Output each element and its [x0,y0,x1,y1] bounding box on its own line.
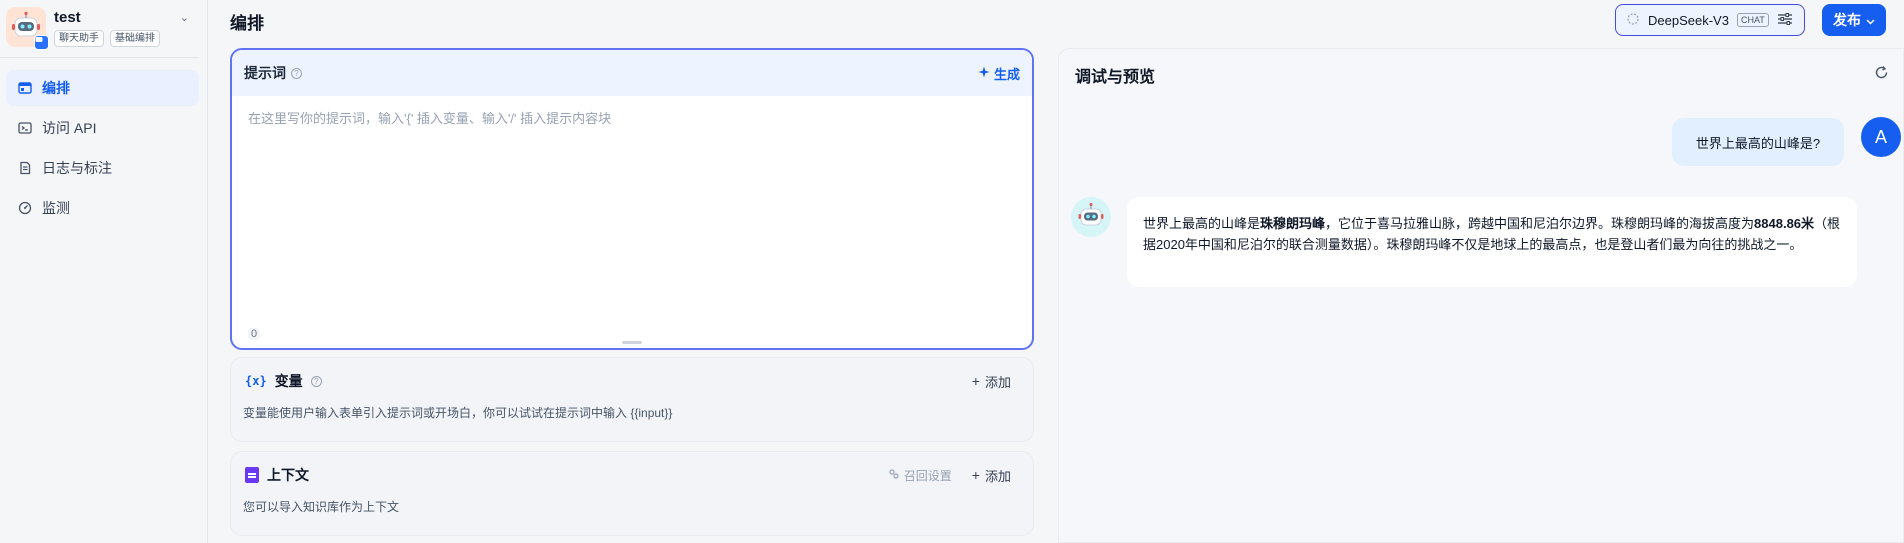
user-avatar: A [1861,117,1901,157]
gauge-icon [18,201,32,215]
variable-icon: {x} [245,374,267,388]
debug-title: 调试与预览 [1075,69,1156,86]
app-name: test [54,8,81,26]
answer-text: 世界上最高的山峰是 [1143,216,1261,231]
app-mode-tag: 基础编排 [110,30,160,47]
sidebar-nav: 编排 访问 API 日志与标注 监测 [0,58,207,226]
generate-label: 生成 [993,66,1020,82]
page-title: 编排 [230,14,264,33]
app-robot-icon [6,7,49,50]
variables-section: {x} 变量 ? + 添加 变量能使用户输入表单引入提示词或开场白，你可以试试在… [230,357,1034,442]
context-description: 您可以导入知识库作为上下文 [243,500,400,514]
context-section: 上下文 召回设置 + 添加 您可以导入知识库作为上下文 [230,451,1034,536]
chevron-down-icon[interactable]: ⌄ [180,11,189,24]
generate-button[interactable]: 生成 [978,64,1020,83]
add-label: 添加 [984,374,1011,390]
prompt-editor[interactable]: 提示词 ? 生成 在这里写你的提示词，输入'{' 插入变量、输入'/' 插入提示… [230,48,1034,350]
variables-description: 变量能使用户输入表单引入提示词或开场白，你可以试试在提示词中输入 {{input… [243,406,673,420]
sidebar-item-label: 编排 [42,80,70,96]
plus-icon: + [971,467,980,483]
document-icon [245,467,259,483]
answer-text: ，它位于喜马拉雅山脉，跨越中国和尼泊尔边界。珠穆朗玛峰的海拔高度为 [1325,216,1755,231]
recall-label: 召回设置 [903,468,952,483]
resize-handle[interactable] [622,341,642,344]
add-label: 添加 [984,468,1011,484]
model-selector-button[interactable]: DeepSeek-V3 CHAT [1615,4,1805,36]
plus-icon: + [971,373,980,389]
sidebar: test ⌄ 聊天助手 基础编排 编排 访问 API 日志与标注 监测 [0,0,208,543]
add-context-button[interactable]: + 添加 [972,466,1011,485]
variables-label: 变量 [274,373,303,389]
sidebar-item-orchestrate[interactable]: 编排 [6,70,199,106]
add-variable-button[interactable]: + 添加 [972,372,1011,391]
app-type-tag: 聊天助手 [54,30,104,47]
model-provider-icon [1626,12,1640,29]
publish-label: 发布 [1833,12,1861,28]
debug-preview-panel: 调试与预览 世界上最高的山峰是? A 世界上最高的山峰是珠穆朗玛峰，它位于喜马拉… [1058,48,1904,543]
settings-icon [888,468,900,483]
sidebar-item-logs[interactable]: 日志与标注 [6,150,199,186]
model-mode-badge: CHAT [1736,13,1769,27]
sparkle-icon [978,66,990,81]
app-header[interactable]: test ⌄ 聊天助手 基础编排 [0,0,199,58]
char-count: 0 [248,328,261,340]
prompt-label: 提示词 [244,65,286,81]
document-list-icon [18,161,32,175]
refresh-icon[interactable] [1874,65,1889,83]
bot-answer: 世界上最高的山峰是珠穆朗玛峰，它位于喜马拉雅山脉，跨越中国和尼泊尔边界。珠穆朗玛… [1127,197,1857,287]
sidebar-item-label: 监测 [42,200,70,216]
prompt-header: 提示词 ? 生成 [232,50,1032,96]
bot-avatar-icon [1071,197,1111,237]
help-icon[interactable]: ? [291,67,302,79]
sidebar-item-monitor[interactable]: 监测 [6,190,199,226]
model-name: DeepSeek-V3 [1648,12,1729,28]
layout-icon [18,81,32,95]
sidebar-item-api[interactable]: 访问 API [6,110,199,146]
publish-button[interactable]: 发布 [1822,4,1886,36]
recall-settings-button[interactable]: 召回设置 [888,467,952,484]
terminal-icon [18,121,32,135]
sidebar-item-label: 访问 API [42,120,97,136]
chat-badge-icon [34,35,49,50]
answer-bold: 8848.86米 [1754,216,1815,231]
sliders-icon[interactable] [1777,12,1793,29]
chevron-down-icon [1866,12,1875,28]
answer-bold: 珠穆朗玛峰 [1260,216,1326,231]
user-message: 世界上最高的山峰是? [1672,118,1844,166]
context-label: 上下文 [267,467,309,483]
help-icon[interactable]: ? [310,375,322,387]
prompt-textarea[interactable]: 在这里写你的提示词，输入'{' 插入变量、输入'/' 插入提示内容块 [232,96,1032,139]
sidebar-item-label: 日志与标注 [42,160,112,176]
